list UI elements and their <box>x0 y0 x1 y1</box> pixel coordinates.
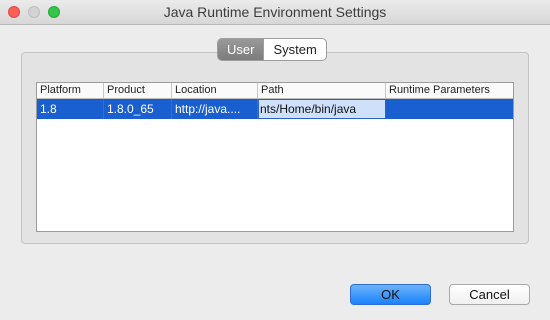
column-header-path[interactable]: Path <box>258 83 386 98</box>
title-bar: Java Runtime Environment Settings <box>0 0 550 25</box>
jre-table[interactable]: Platform Product Location Path Runtime P… <box>36 82 514 232</box>
tab-selector: User System <box>217 38 327 61</box>
cell-platform[interactable]: 1.8 <box>37 99 104 119</box>
cell-product[interactable]: 1.8.0_65 <box>104 99 172 119</box>
ok-button[interactable]: OK <box>350 284 431 305</box>
column-header-product[interactable]: Product <box>104 83 172 98</box>
column-header-platform[interactable]: Platform <box>37 83 104 98</box>
tab-system[interactable]: System <box>264 39 325 60</box>
cell-runtime-parameters[interactable] <box>386 99 513 119</box>
cell-path-editor[interactable]: nts/Home/bin/java <box>258 99 386 119</box>
tab-user[interactable]: User <box>218 39 264 60</box>
cell-location[interactable]: http://java.... <box>172 99 258 119</box>
cancel-button[interactable]: Cancel <box>449 284 530 305</box>
column-header-runtime-parameters[interactable]: Runtime Parameters <box>386 83 513 98</box>
column-header-location[interactable]: Location <box>172 83 258 98</box>
window-title: Java Runtime Environment Settings <box>163 4 387 20</box>
table-row[interactable]: 1.8 1.8.0_65 http://java.... nts/Home/bi… <box>37 99 513 119</box>
table-header: Platform Product Location Path Runtime P… <box>37 83 513 99</box>
